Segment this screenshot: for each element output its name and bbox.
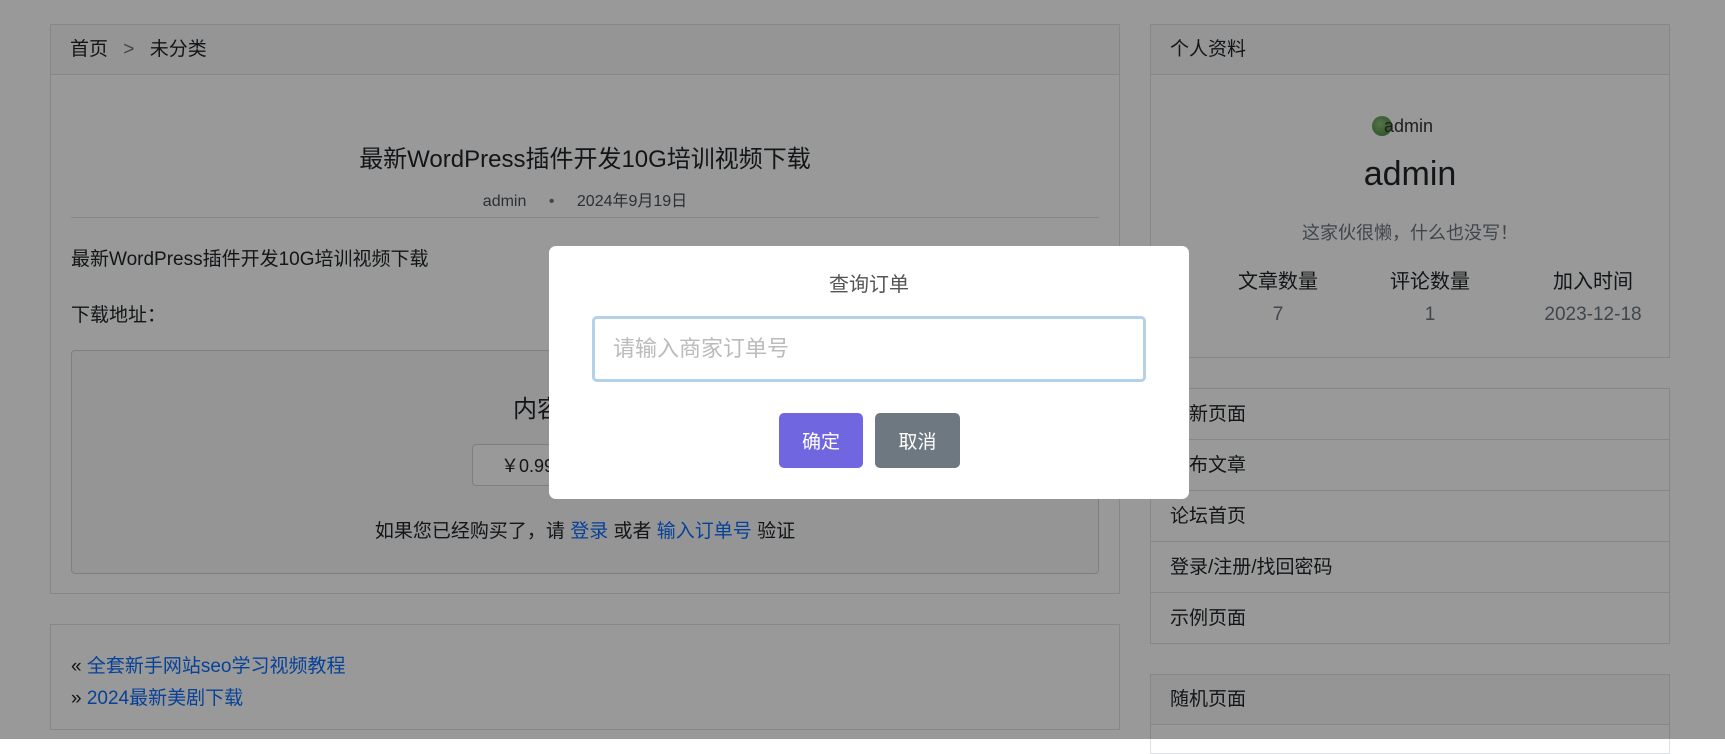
order-query-dialog: 查询订单 确定 取消 [549,246,1189,499]
dialog-title: 查询订单 [829,274,909,296]
confirm-button[interactable]: 确定 [779,413,863,468]
order-number-input[interactable] [592,316,1146,382]
cancel-button[interactable]: 取消 [875,413,960,468]
